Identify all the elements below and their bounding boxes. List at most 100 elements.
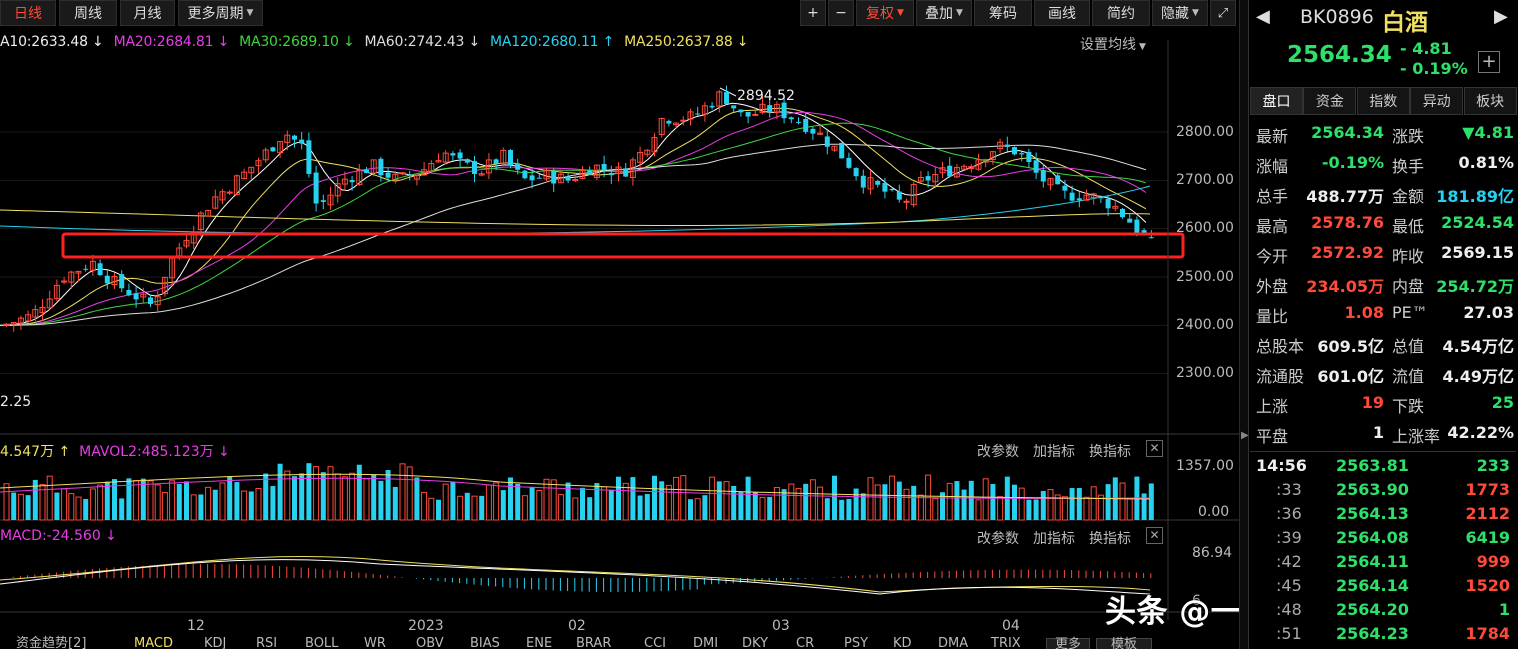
tick-time: :48 [1276,600,1302,619]
volume-bar [68,493,75,521]
candle-body [781,102,787,119]
tick-time: :36 [1276,504,1302,523]
macd-param-button[interactable]: 改参数 [977,528,1019,548]
candle-body [1033,160,1039,173]
volume-bar [688,499,693,520]
indicator-tab[interactable]: BRAR [576,637,634,649]
candle-body [1105,198,1111,209]
candle-body [378,158,384,176]
volume-bar [644,493,650,520]
volume-bar [349,472,356,521]
volume-bar [450,481,456,520]
add-watchlist-button[interactable]: + [1478,51,1500,73]
tick-price: 2564.20 [1336,600,1409,619]
volume-bar [543,478,550,521]
stat-value: 2569.15 [1441,243,1514,262]
vol-param-button[interactable]: 改参数 [977,441,1019,461]
volume-bar [752,492,758,520]
volume-bar [341,476,348,521]
volume-bar [652,475,657,520]
vol-switch-indicator-button[interactable]: 换指标 [1089,441,1131,461]
volume-bar [882,484,888,520]
volume-bar [515,483,521,520]
candle-body [226,191,233,194]
indicator-tab[interactable]: DMA [938,637,984,649]
volume-bar [3,483,10,521]
indicator-tab[interactable]: CR [796,637,836,649]
indicator-tab[interactable]: BOLL [305,637,357,649]
tick-price: 2564.14 [1336,576,1409,595]
stat-label: 量比 [1256,307,1289,326]
volume-bar [946,482,953,521]
stat-value: 1 [1372,423,1384,442]
divider [1250,451,1516,452]
close-icon[interactable]: ✕ [1146,527,1163,544]
volume-bar [889,475,896,521]
quote-tab[interactable]: 盘口 [1250,87,1303,115]
indicator-tab[interactable]: KD [893,637,931,649]
next-stock-icon[interactable]: ▶ [1494,6,1508,27]
candle-body [457,152,463,159]
stat-value: 0.81% [1458,153,1514,172]
panel-splitter[interactable]: ▶ [1239,0,1249,649]
stat-value: 601.0亿 [1317,367,1384,386]
vol-add-indicator-button[interactable]: 加指标 [1033,441,1075,461]
candle-body [1127,218,1133,223]
prev-stock-icon[interactable]: ◀ [1256,6,1270,27]
tick-qty: 2112 [1465,504,1510,523]
candle-body [724,92,729,104]
volume-bar [521,495,528,521]
tick-row: :33 2563.90 1773 [1256,480,1514,504]
indicator-tab[interactable]: MACD [134,637,196,649]
indicator-tab[interactable]: 资金趋势[2] [16,637,126,649]
volume-bar [594,483,600,520]
stat-value: 2524.54 [1441,213,1514,232]
indicator-tab[interactable]: ENE [526,637,568,649]
quote-tab[interactable]: 指数 [1356,87,1410,115]
indicator-tab[interactable]: BIAS [470,637,518,649]
price-chart[interactable] [0,0,1240,620]
stat-label: 涨幅 [1256,157,1289,176]
stat-label: 昨收 [1392,247,1425,266]
indicator-tab[interactable]: DKY [742,637,788,649]
last-price: 2564.34 [1287,42,1392,68]
volume-bar [97,484,104,521]
volume-bar [982,478,989,521]
indicator-tab[interactable]: DMI [693,637,735,649]
stat-row: 今开 2572.92 昨收 2569.15 [1256,243,1514,273]
volume-bar [363,478,370,521]
indicator-tab[interactable]: OBV [416,637,464,649]
stat-value: -0.19% [1321,153,1384,172]
indicator-tab[interactable]: TRIX [991,637,1041,649]
volume-bar [529,486,535,520]
indicator-tab[interactable]: WR [364,637,408,649]
volume-bar [622,482,629,521]
volume-bar [104,481,110,520]
volume-bar [46,475,53,521]
candle-body [464,159,470,163]
candle-body [385,172,391,178]
stat-row: 总股本 609.5亿 总值 4.54万亿 [1256,333,1514,363]
volume-bar [550,479,557,521]
indicator-tab[interactable]: CCI [644,637,688,649]
volume-bar [334,473,341,521]
macd-axis-max: 86.94 [1192,545,1233,561]
indicator-tab[interactable]: 更多 [1046,638,1090,649]
indicator-tab[interactable]: PSY [844,637,888,649]
volume-bar [572,497,579,521]
stat-value: ▼4.81 [1462,123,1514,142]
quote-tab[interactable]: 异动 [1410,87,1464,115]
indicator-tab[interactable]: 模板 [1096,638,1152,649]
volume-bar [809,479,816,521]
candle-body [119,274,125,289]
indicator-tab[interactable]: RSI [256,637,300,649]
tick-row: :42 2564.11 999 [1256,552,1514,576]
macd-switch-indicator-button[interactable]: 换指标 [1089,528,1131,548]
stat-value: 1.08 [1344,303,1384,322]
indicator-tab[interactable]: KDJ [204,637,248,649]
tick-price: 2563.90 [1336,480,1409,499]
quote-tab[interactable]: 资金 [1303,87,1357,115]
macd-add-indicator-button[interactable]: 加指标 [1033,528,1075,548]
quote-tab[interactable]: 板块 [1463,87,1517,115]
close-icon[interactable]: ✕ [1146,440,1163,457]
